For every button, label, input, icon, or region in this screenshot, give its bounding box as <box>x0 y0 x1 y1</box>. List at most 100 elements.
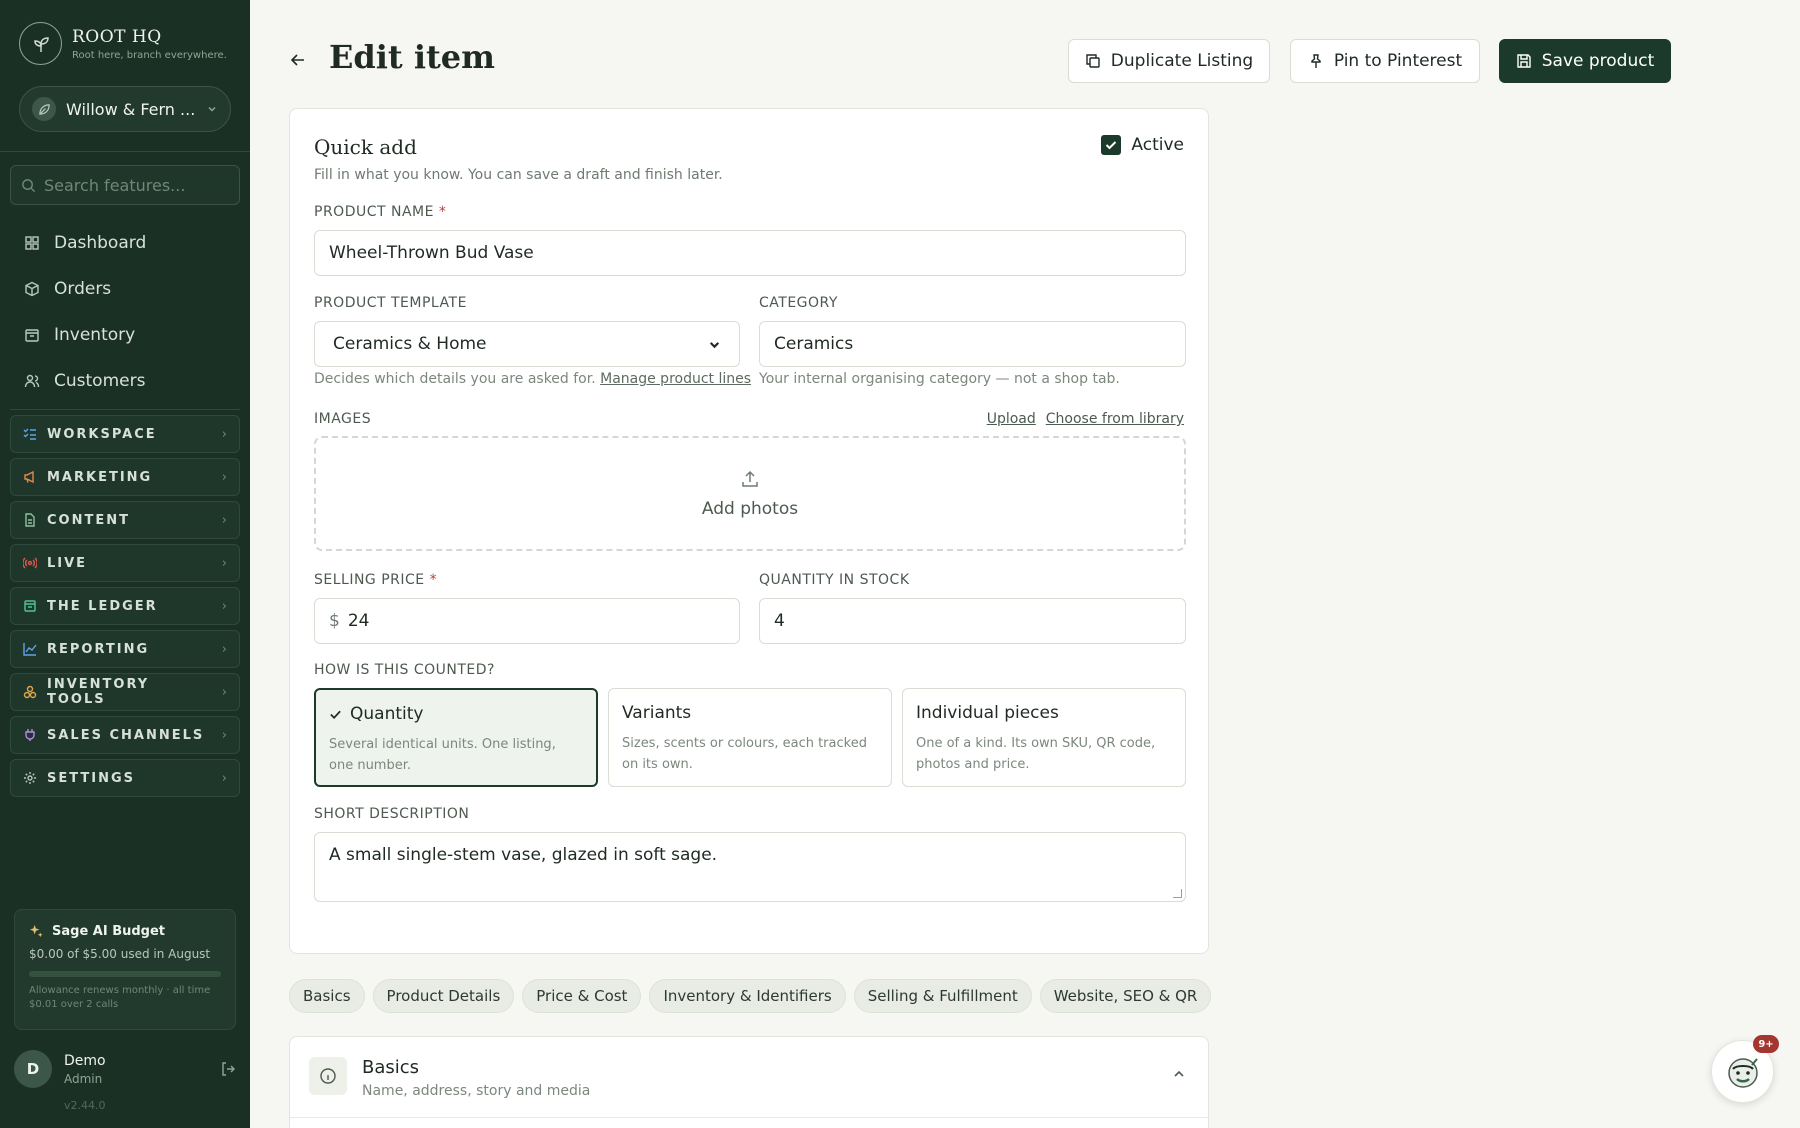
logout-icon[interactable] <box>220 1061 236 1077</box>
brand-name: ROOT HQ <box>72 26 162 47</box>
duplicate-listing-button[interactable]: Duplicate Listing <box>1068 39 1270 83</box>
search-input[interactable] <box>44 175 224 195</box>
currency-symbol: $ <box>329 611 340 631</box>
group-marketing[interactable]: MARKETING › <box>10 458 240 496</box>
option-description: Sizes, scents or colours, each tracked o… <box>622 736 867 772</box>
counting-method-label: HOW IS THIS COUNTED? <box>314 662 495 678</box>
ai-budget-card[interactable]: Sage AI Budget $0.00 of $5.00 used in Au… <box>14 909 236 1030</box>
back-button[interactable] <box>286 48 310 72</box>
broadcast-icon <box>23 557 37 569</box>
group-sales-channels[interactable]: SALES CHANNELS › <box>10 716 240 754</box>
group-label: THE LEDGER <box>47 598 158 614</box>
plug-icon <box>25 729 35 741</box>
active-toggle[interactable]: Active <box>1101 135 1184 155</box>
nav-item-dashboard[interactable]: Dashboard <box>10 220 240 266</box>
product-name-input[interactable] <box>329 243 1171 263</box>
pin-to-pinterest-label: Pin to Pinterest <box>1333 51 1463 71</box>
product-template-select[interactable]: Ceramics & Home <box>314 321 740 367</box>
category-label: CATEGORY <box>759 295 838 311</box>
tab-inventory-identifiers[interactable]: Inventory & Identifiers <box>649 979 846 1013</box>
brand[interactable]: ROOT HQ Root here, branch everywhere. <box>19 22 227 65</box>
sprout-logo-icon <box>19 22 62 65</box>
option-title: Quantity <box>350 704 424 724</box>
group-settings[interactable]: SETTINGS › <box>10 759 240 797</box>
short-description-label: SHORT DESCRIPTION <box>314 806 470 822</box>
chevron-up-icon[interactable] <box>1172 1067 1186 1081</box>
checklist-icon <box>23 428 36 440</box>
resize-handle[interactable] <box>1173 889 1182 898</box>
basics-title: Basics <box>362 1057 420 1078</box>
group-label: INVENTORY TOOLS <box>47 677 150 707</box>
group-inventory-tools[interactable]: INVENTORY TOOLS › <box>10 673 240 711</box>
tab-basics[interactable]: Basics <box>289 979 365 1013</box>
tab-selling-fulfillment[interactable]: Selling & Fulfillment <box>853 979 1032 1013</box>
save-product-button[interactable]: Save product <box>1499 39 1671 83</box>
selling-price-field[interactable]: $ <box>314 598 740 644</box>
nav-item-orders[interactable]: Orders <box>10 266 240 312</box>
save-product-label: Save product <box>1541 51 1655 71</box>
duplicate-listing-label: Duplicate Listing <box>1110 51 1254 71</box>
search-icon <box>22 178 36 192</box>
feature-search[interactable] <box>10 165 240 205</box>
nav-item-inventory[interactable]: Inventory <box>10 312 240 358</box>
tab-website-seo-qr[interactable]: Website, SEO & QR <box>1039 979 1212 1013</box>
nav-label: Orders <box>54 279 112 299</box>
short-description-value: A small single-stem vase, glazed in soft… <box>329 845 718 865</box>
quick-add-card: Quick add Fill in what you know. You can… <box>289 108 1209 954</box>
basics-subtitle: Name, address, story and media <box>362 1083 591 1099</box>
group-workspace[interactable]: WORKSPACE › <box>10 415 240 453</box>
user-profile[interactable]: D Demo Admin <box>14 1048 236 1090</box>
basics-section[interactable]: Basics Name, address, story and media <box>289 1036 1209 1128</box>
selling-price-input[interactable] <box>347 611 725 631</box>
product-name-field[interactable] <box>314 230 1186 276</box>
budget-title: Sage AI Budget <box>52 924 166 939</box>
users-icon <box>24 374 40 388</box>
chevron-right-icon: › <box>221 555 227 571</box>
category-field[interactable] <box>759 321 1186 367</box>
inventory-icon <box>25 329 39 342</box>
add-photos-label: Add photos <box>701 498 799 519</box>
category-input[interactable] <box>774 334 1171 354</box>
group-content[interactable]: CONTENT › <box>10 501 240 539</box>
image-dropzone[interactable]: Add photos <box>314 436 1186 551</box>
group-the-ledger[interactable]: THE LEDGER › <box>10 587 240 625</box>
pin-to-pinterest-button[interactable]: Pin to Pinterest <box>1290 39 1480 83</box>
group-reporting[interactable]: REPORTING › <box>10 630 240 668</box>
group-label: REPORTING <box>47 641 150 657</box>
nav-label: Inventory <box>54 325 136 345</box>
check-icon <box>330 710 341 719</box>
product-name-label: PRODUCT NAME * <box>314 204 447 220</box>
leaf-icon <box>32 97 56 121</box>
save-icon <box>1517 54 1531 68</box>
option-description: Several identical units. One listing, on… <box>329 737 556 773</box>
chevron-right-icon: › <box>221 426 227 442</box>
tab-price-cost[interactable]: Price & Cost <box>522 979 642 1013</box>
manage-product-lines-link[interactable]: Manage product lines <box>600 371 751 387</box>
tab-product-details[interactable]: Product Details <box>372 979 515 1013</box>
section-tabs: Basics Product Details Price & Cost Inve… <box>289 979 1212 1013</box>
active-checkbox[interactable] <box>1101 135 1122 155</box>
upload-link[interactable]: Upload <box>987 411 1036 427</box>
document-icon <box>25 513 35 527</box>
budget-note: Allowance renews monthly · all time $0.0… <box>29 985 211 1010</box>
store-switcher[interactable]: Willow & Fern ... <box>19 86 231 132</box>
ledger-icon <box>24 600 36 612</box>
quantity-field[interactable] <box>759 598 1186 644</box>
chevron-right-icon: › <box>221 770 227 786</box>
quantity-input[interactable] <box>774 611 1171 631</box>
category-helper: Your internal organising category — not … <box>759 371 1120 387</box>
budget-progress-bar <box>29 971 221 977</box>
group-live[interactable]: LIVE › <box>10 544 240 582</box>
nav-item-customers[interactable]: Customers <box>10 358 240 404</box>
short-description-textarea[interactable]: A small single-stem vase, glazed in soft… <box>314 832 1186 902</box>
chart-icon <box>23 643 37 656</box>
box-icon <box>25 281 39 297</box>
option-individual-pieces[interactable]: Individual pieces One of a kind. Its own… <box>902 688 1186 787</box>
product-template-label: PRODUCT TEMPLATE <box>314 295 467 311</box>
section-divider <box>290 1117 1208 1118</box>
chevron-right-icon: › <box>221 727 227 743</box>
group-label: LIVE <box>47 555 88 571</box>
option-quantity[interactable]: Quantity Several identical units. One li… <box>314 688 598 787</box>
option-variants[interactable]: Variants Sizes, scents or colours, each … <box>608 688 892 787</box>
choose-from-library-link[interactable]: Choose from library <box>1046 411 1184 427</box>
